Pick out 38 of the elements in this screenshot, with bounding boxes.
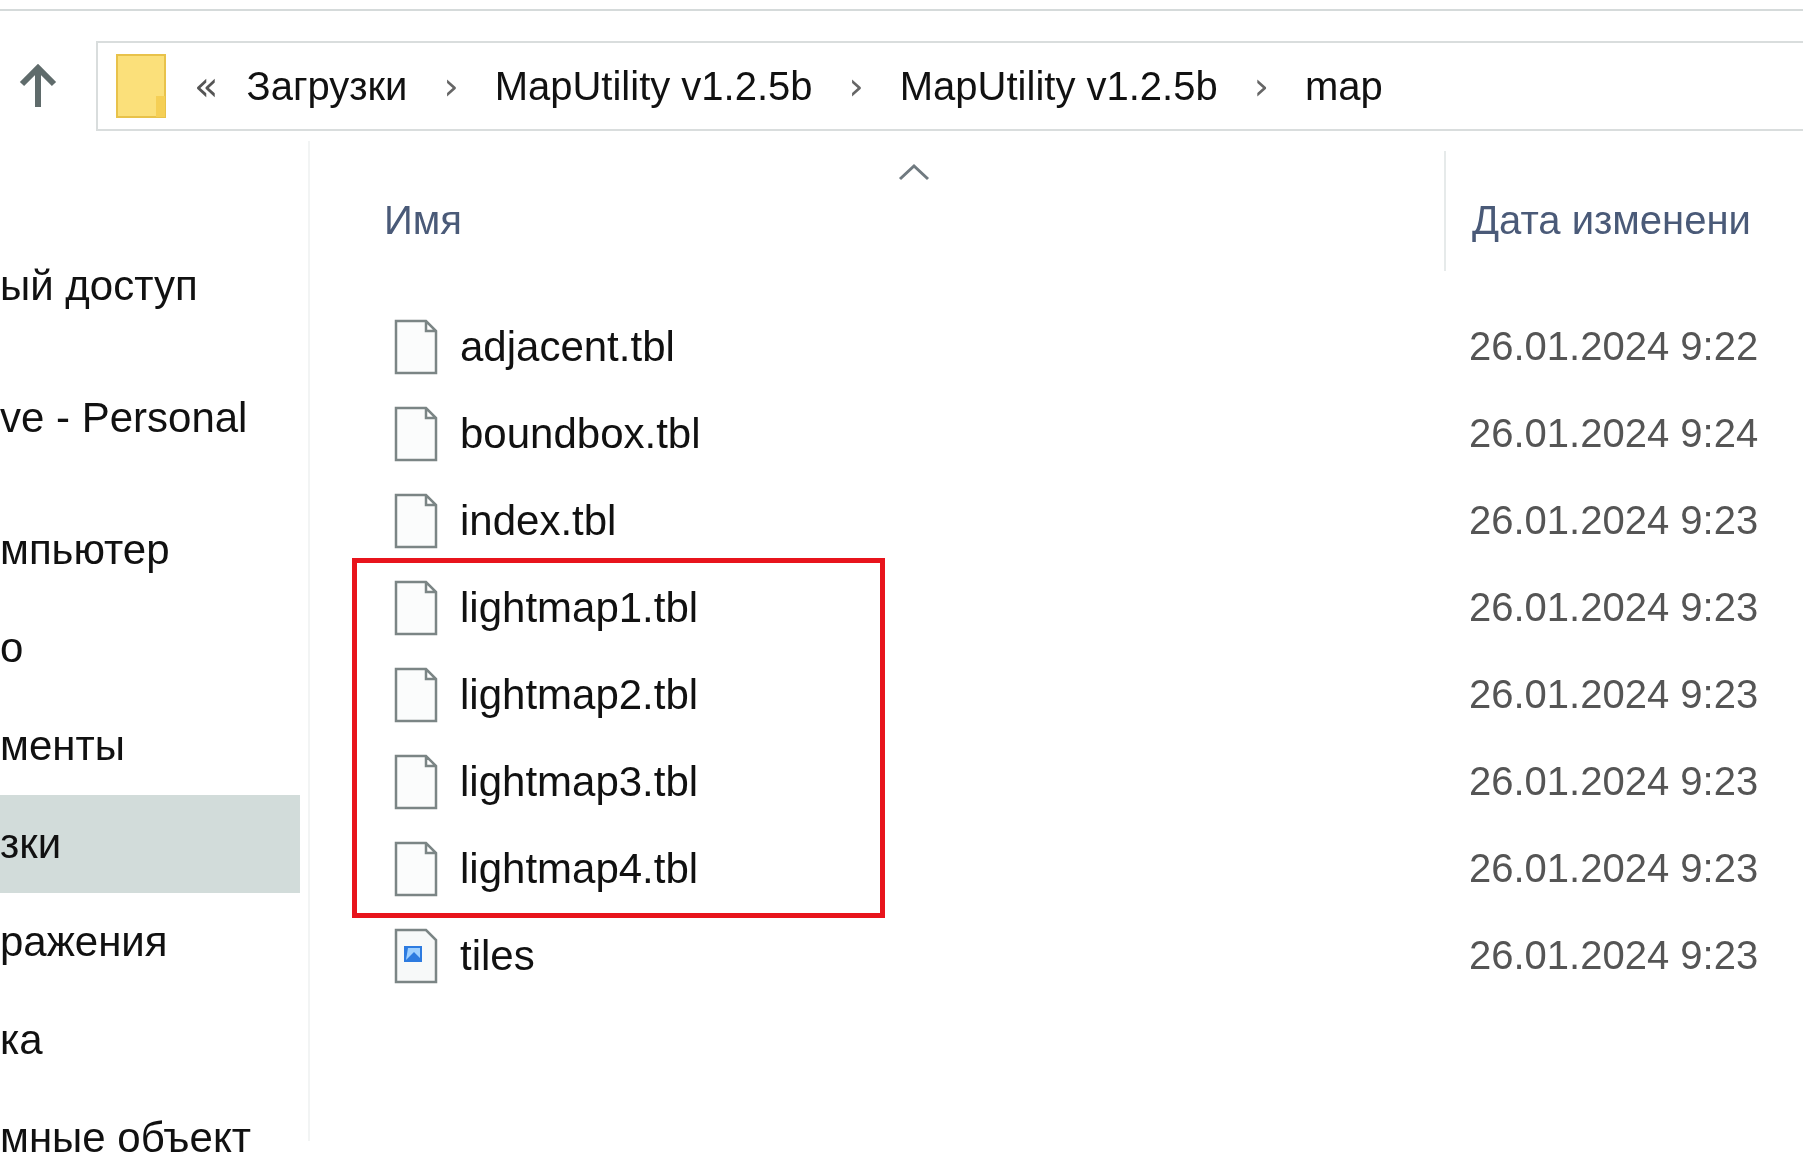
file-date: 26.01.2024 9:23 — [1469, 585, 1759, 630]
file-date: 26.01.2024 9:24 — [1469, 411, 1759, 456]
file-name[interactable]: lightmap1.tbl — [460, 583, 699, 632]
file-date: 26.01.2024 9:22 — [1469, 324, 1759, 369]
sidebar-item[interactable]: мные объект — [0, 1089, 300, 1173]
sidebar-item[interactable]: ражения — [0, 893, 300, 991]
file-name[interactable]: tiles — [460, 931, 535, 980]
folder-icon — [116, 54, 166, 118]
file-name[interactable]: lightmap2.tbl — [460, 670, 699, 719]
sidebar-item[interactable]: менты — [0, 697, 300, 795]
breadcrumb[interactable]: MapUtility v1.2.5b — [494, 63, 813, 109]
sidebar-item[interactable]: ve - Personal — [0, 369, 300, 467]
file-name[interactable]: lightmap3.tbl — [460, 757, 699, 806]
breadcrumb[interactable]: map — [1304, 63, 1383, 109]
sidebar-item[interactable]: ый доступ — [0, 237, 300, 335]
file-name[interactable]: index.tbl — [460, 496, 617, 545]
file-name[interactable]: lightmap4.tbl — [460, 844, 699, 893]
file-date: 26.01.2024 9:23 — [1469, 672, 1759, 717]
sidebar-item[interactable]: о — [0, 599, 300, 697]
sidebar-item[interactable]: ка — [0, 991, 300, 1089]
file-name[interactable]: boundbox.tbl — [460, 409, 701, 458]
file-date: 26.01.2024 9:23 — [1469, 498, 1759, 543]
column-header[interactable]: Имя — [384, 198, 462, 243]
file-name[interactable]: adjacent.tbl — [460, 322, 675, 371]
breadcrumb-separator[interactable]: › — [1253, 64, 1269, 108]
file-date: 26.01.2024 9:23 — [1469, 759, 1759, 804]
sidebar-item[interactable]: мпьютер — [0, 501, 300, 599]
breadcrumb-separator[interactable]: › — [443, 64, 459, 108]
column-header[interactable]: Дата изменени — [1472, 198, 1751, 243]
overflow-chevron[interactable]: « — [194, 63, 219, 109]
breadcrumb-separator[interactable]: › — [848, 64, 864, 108]
up-arrow-icon[interactable] — [18, 63, 58, 109]
file-date: 26.01.2024 9:23 — [1469, 846, 1759, 891]
file-date: 26.01.2024 9:23 — [1469, 933, 1759, 978]
sidebar-item[interactable]: зки — [0, 795, 300, 893]
breadcrumb[interactable]: MapUtility v1.2.5b — [899, 63, 1218, 109]
breadcrumb[interactable]: Загрузки — [246, 63, 408, 109]
address-bar[interactable]: « Загрузки › MapUtility v1.2.5b › MapUtility v1.2.5b › map — [96, 41, 1803, 131]
